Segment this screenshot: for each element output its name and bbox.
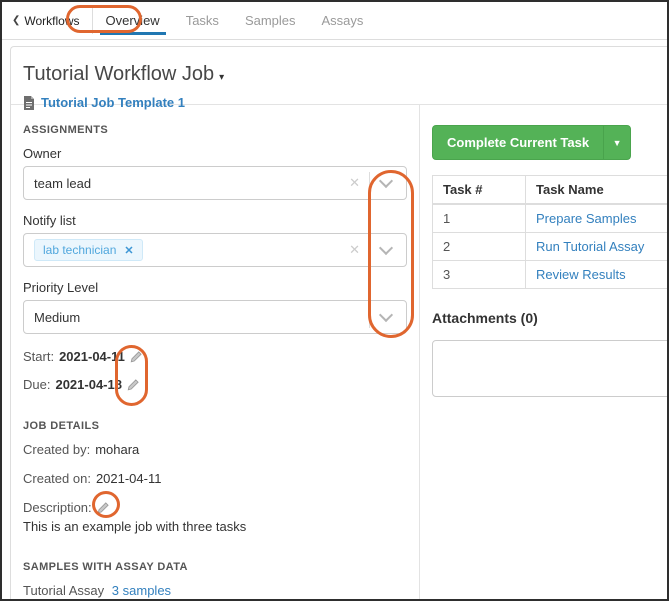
attachments-dropzone[interactable] — [432, 340, 669, 397]
assay-name: Tutorial Assay — [23, 583, 104, 598]
job-details-section-label: JOB DETAILS — [23, 420, 407, 432]
description-row: Description: — [23, 500, 407, 516]
notify-chevron-down-icon[interactable] — [379, 241, 393, 255]
panel-body: ASSIGNMENTS Owner team lead ✕ Notify lis… — [11, 104, 667, 601]
created-by-value: mohara — [95, 442, 139, 458]
owner-select-value: team lead — [34, 176, 349, 191]
panel-header: Tutorial Workflow Job ▾ Tutorial Job Tem… — [11, 47, 667, 104]
caret-down-icon: ▼ — [613, 138, 622, 148]
notify-list-select[interactable]: lab technician ✕ ✕ — [23, 233, 407, 267]
workflows-back-link[interactable]: ❮ Workflows — [10, 2, 92, 39]
due-date-row: Due: 2021-04-18 — [23, 375, 407, 394]
start-date-edit-pencil-icon[interactable] — [129, 350, 143, 364]
select-divider — [369, 306, 370, 328]
created-on-row: Created on: 2021-04-11 — [23, 471, 407, 487]
samples-section-label: SAMPLES WITH ASSAY DATA — [23, 561, 407, 573]
created-by-row: Created by: mohara — [23, 442, 407, 458]
description-text: This is an example job with three tasks — [23, 518, 407, 536]
tab-assays[interactable]: Assays — [309, 2, 377, 39]
title-caret-icon[interactable]: ▾ — [219, 72, 224, 83]
assignments-column: ASSIGNMENTS Owner team lead ✕ Notify lis… — [11, 105, 420, 601]
table-row: 2 Run Tutorial Assay — [433, 233, 669, 261]
due-date-label: Due: — [23, 375, 50, 394]
created-on-label: Created on: — [23, 471, 91, 487]
owner-chevron-down-icon[interactable] — [379, 174, 393, 188]
table-row: 1 Prepare Samples — [433, 204, 669, 233]
priority-label: Priority Level — [23, 280, 407, 295]
priority-select-value: Medium — [34, 310, 369, 325]
workflows-back-label: Workflows — [24, 14, 79, 28]
notify-tag: lab technician ✕ — [34, 239, 143, 261]
notify-select-values: lab technician ✕ — [34, 239, 349, 261]
select-divider — [369, 172, 370, 194]
samples-count-link[interactable]: 3 samples — [112, 583, 171, 598]
samples-row: Tutorial Assay 3 samples — [23, 583, 407, 598]
task-table: Task # Task Name 1 Prepare Samples 2 Run… — [432, 175, 669, 289]
start-date-row: Start: 2021-04-11 — [23, 347, 407, 366]
owner-clear-icon[interactable]: ✕ — [349, 175, 360, 191]
task-number-header: Task # — [433, 176, 526, 205]
owner-select[interactable]: team lead ✕ — [23, 166, 407, 200]
notify-list-label: Notify list — [23, 213, 407, 228]
task-number: 2 — [433, 233, 526, 261]
created-on-value: 2021-04-11 — [96, 471, 162, 487]
notify-tag-remove-icon[interactable]: ✕ — [124, 244, 133, 257]
tab-tasks[interactable]: Tasks — [173, 2, 232, 39]
tab-bar: ❮ Workflows Overview Tasks Samples Assay… — [2, 2, 667, 40]
description-label: Description: — [23, 500, 92, 516]
assignments-section-label: ASSIGNMENTS — [23, 124, 407, 136]
task-number: 3 — [433, 261, 526, 289]
task-table-header-row: Task # Task Name — [433, 176, 669, 205]
complete-current-task-button[interactable]: Complete Current Task ▼ — [432, 125, 631, 160]
chevron-left-icon: ❮ — [12, 16, 20, 26]
select-divider — [369, 239, 370, 261]
task-link-prepare-samples[interactable]: Prepare Samples — [536, 211, 636, 226]
app-window: ❮ Workflows Overview Tasks Samples Assay… — [0, 0, 669, 601]
tab-overview[interactable]: Overview — [93, 2, 173, 39]
notify-clear-icon[interactable]: ✕ — [349, 242, 360, 258]
page-title-text: Tutorial Workflow Job — [23, 63, 214, 86]
priority-select[interactable]: Medium — [23, 300, 407, 334]
priority-chevron-down-icon[interactable] — [379, 308, 393, 322]
complete-current-task-label[interactable]: Complete Current Task — [433, 126, 603, 159]
notify-tag-label: lab technician — [43, 243, 116, 257]
main-panel: Tutorial Workflow Job ▾ Tutorial Job Tem… — [10, 46, 667, 601]
task-number: 1 — [433, 204, 526, 233]
task-link-run-tutorial-assay[interactable]: Run Tutorial Assay — [536, 239, 644, 254]
created-by-label: Created by: — [23, 442, 90, 458]
description-edit-pencil-icon[interactable] — [96, 501, 110, 515]
due-date-edit-pencil-icon[interactable] — [126, 378, 140, 392]
attachments-heading: Attachments (0) — [432, 310, 667, 326]
start-date-label: Start: — [23, 347, 54, 366]
table-row: 3 Review Results — [433, 261, 669, 289]
owner-label: Owner — [23, 146, 407, 161]
task-name-header: Task Name — [526, 176, 669, 205]
complete-task-dropdown-toggle[interactable]: ▼ — [603, 126, 630, 159]
tasks-column: Complete Current Task ▼ Task # Task Name — [420, 105, 667, 601]
page-title: Tutorial Workflow Job ▾ — [23, 63, 667, 86]
task-link-review-results[interactable]: Review Results — [536, 267, 626, 282]
tab-samples[interactable]: Samples — [232, 2, 309, 39]
due-date-value: 2021-04-18 — [55, 375, 122, 394]
start-date-value: 2021-04-11 — [59, 347, 125, 366]
